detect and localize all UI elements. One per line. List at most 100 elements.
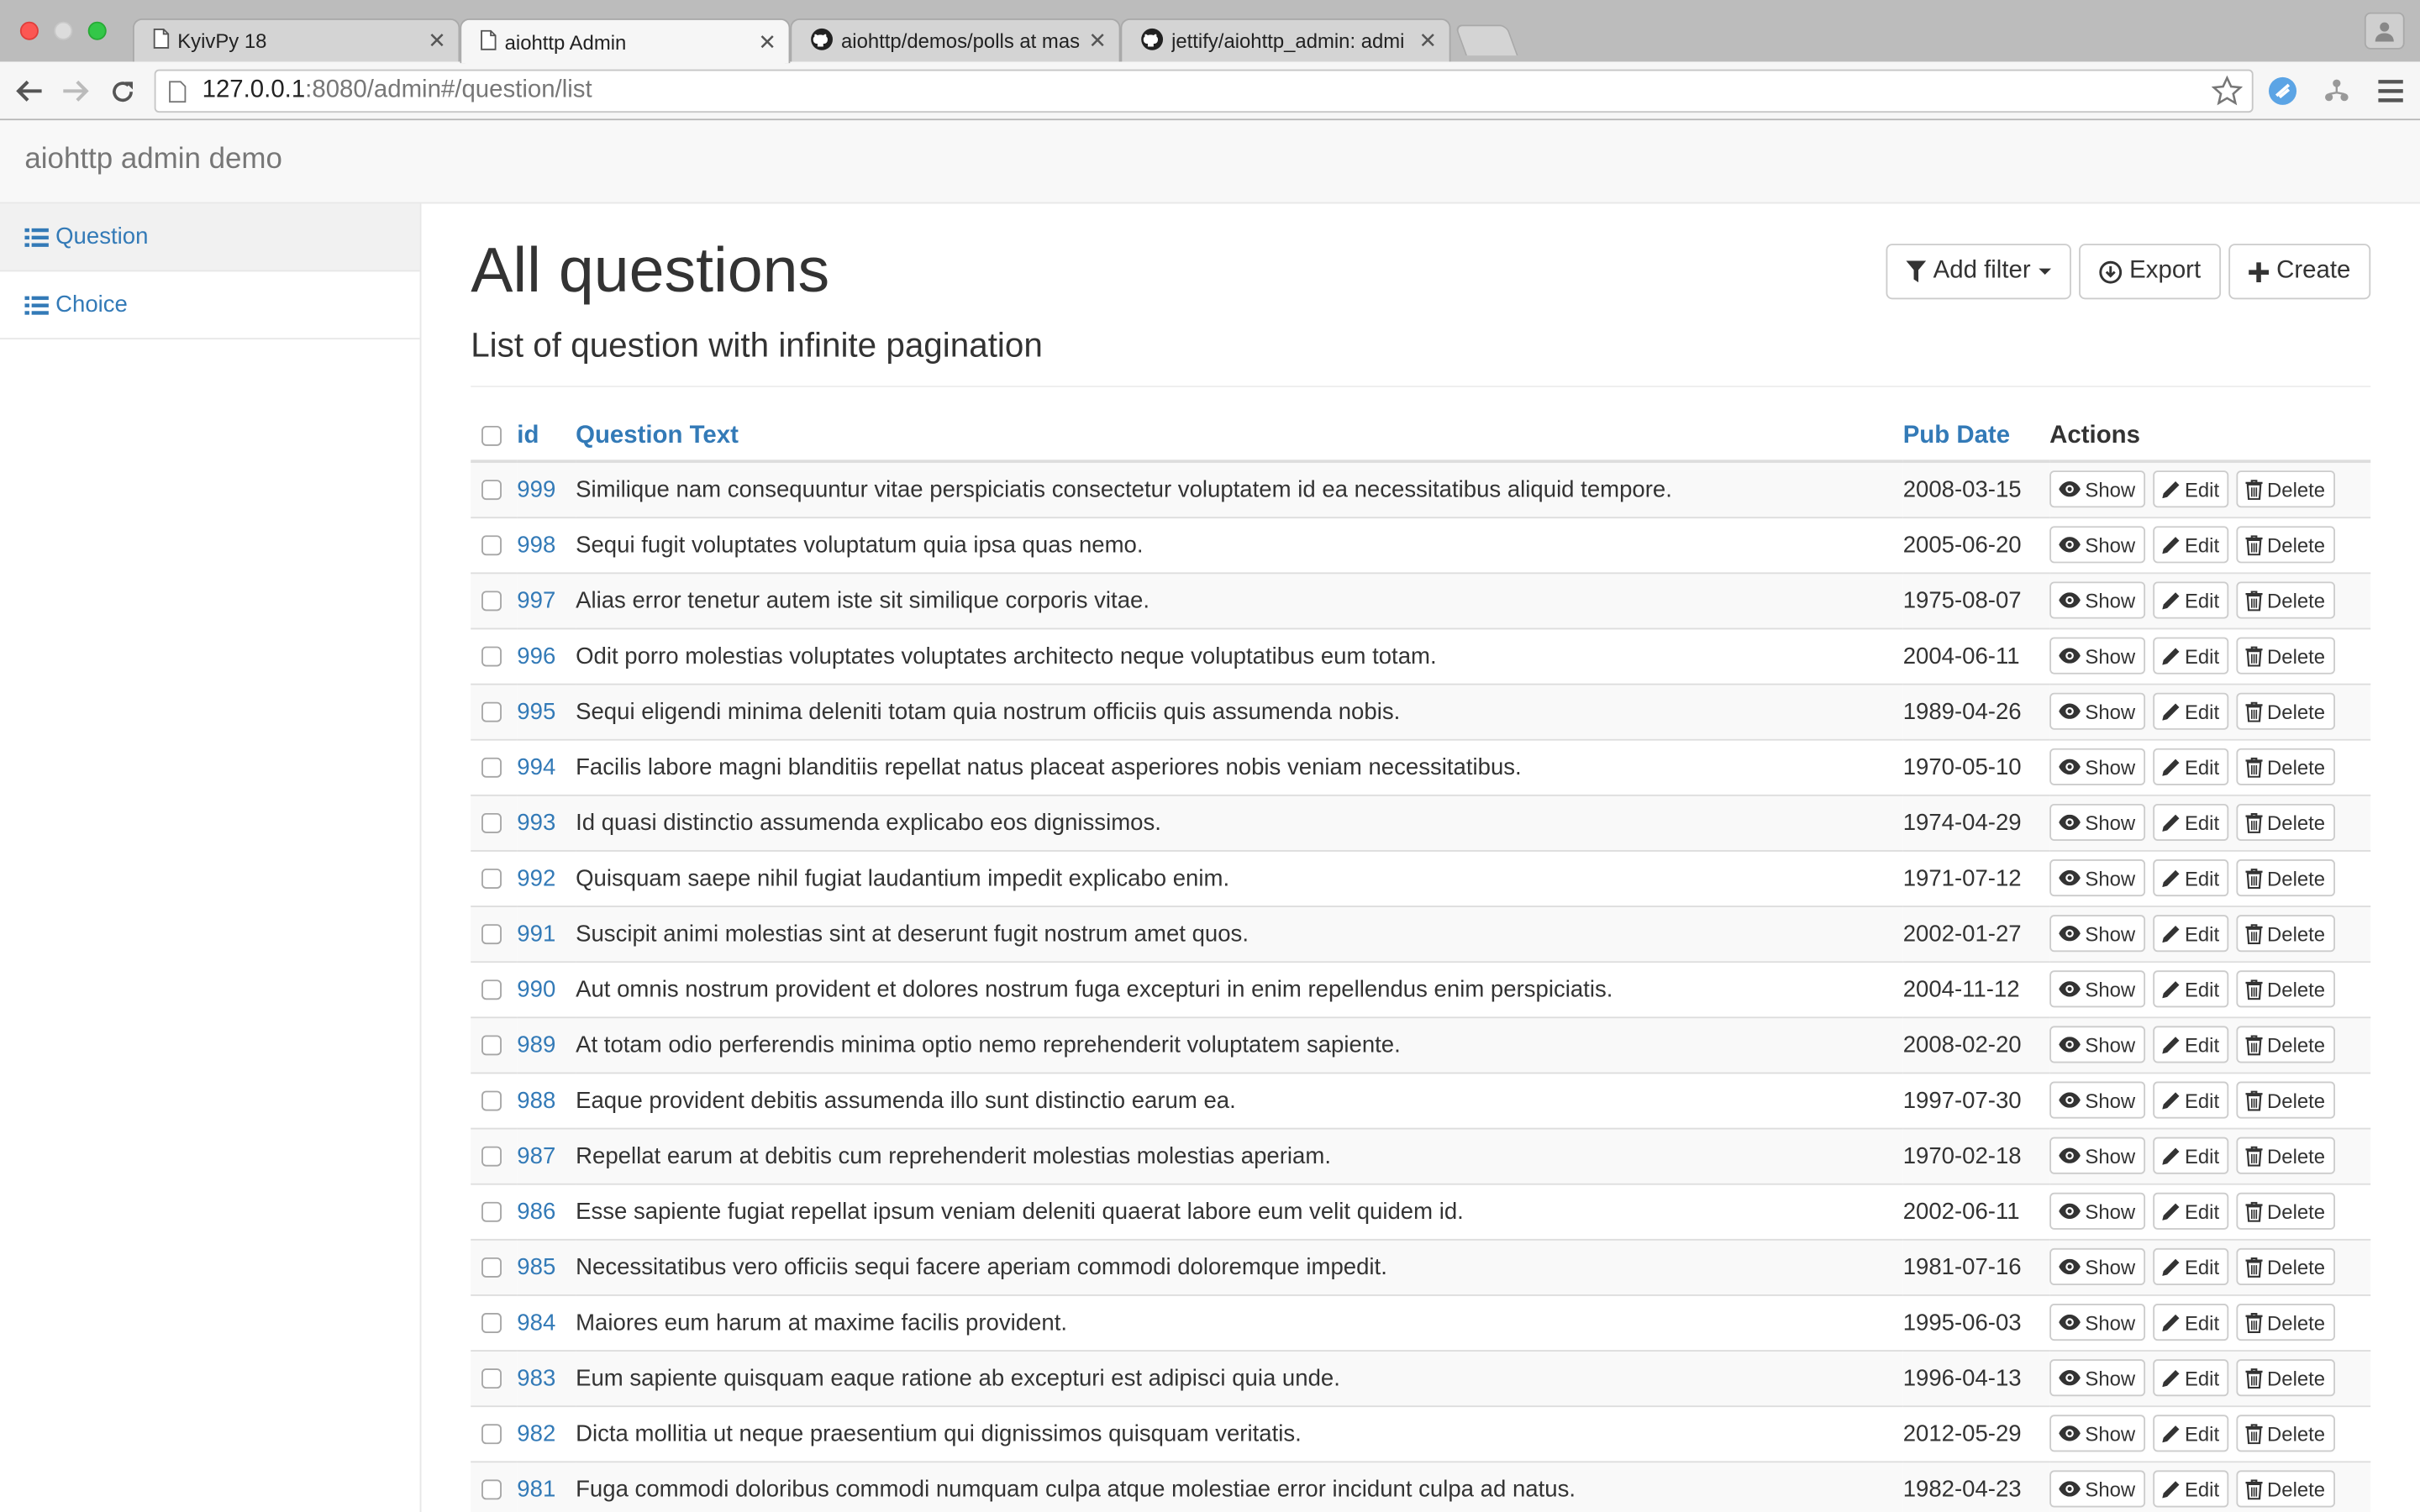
- row-checkbox[interactable]: [481, 1035, 502, 1056]
- edit-button[interactable]: Edit: [2152, 526, 2229, 564]
- row-id-link[interactable]: 981: [517, 1476, 555, 1502]
- row-checkbox[interactable]: [481, 979, 502, 1000]
- delete-button[interactable]: Delete: [2236, 581, 2335, 619]
- edit-button[interactable]: Edit: [2152, 748, 2229, 785]
- extension-icon[interactable]: [2320, 74, 2354, 108]
- row-id-link[interactable]: 995: [517, 698, 555, 724]
- delete-button[interactable]: Delete: [2236, 1026, 2335, 1063]
- row-id-link[interactable]: 991: [517, 921, 555, 947]
- row-checkbox[interactable]: [481, 480, 502, 501]
- edit-button[interactable]: Edit: [2152, 859, 2229, 897]
- edit-button[interactable]: Edit: [2152, 637, 2229, 675]
- row-id-link[interactable]: 996: [517, 643, 555, 669]
- row-checkbox[interactable]: [481, 535, 502, 556]
- delete-button[interactable]: Delete: [2236, 1304, 2335, 1341]
- show-button[interactable]: Show: [2049, 1359, 2145, 1397]
- menu-icon[interactable]: [2374, 74, 2407, 108]
- row-checkbox[interactable]: [481, 1201, 502, 1222]
- row-id-link[interactable]: 988: [517, 1087, 555, 1113]
- row-id-link[interactable]: 993: [517, 809, 555, 835]
- show-button[interactable]: Show: [2049, 1137, 2145, 1174]
- delete-button[interactable]: Delete: [2236, 1192, 2335, 1230]
- edit-button[interactable]: Edit: [2152, 1026, 2229, 1063]
- row-checkbox[interactable]: [481, 701, 502, 722]
- row-checkbox[interactable]: [481, 1368, 502, 1389]
- column-header-question-text[interactable]: Question Text: [576, 412, 1903, 464]
- show-button[interactable]: Show: [2049, 970, 2145, 1008]
- column-header-id[interactable]: id: [517, 412, 576, 464]
- show-button[interactable]: Show: [2049, 526, 2145, 564]
- row-id-link[interactable]: 990: [517, 976, 555, 1002]
- add-filter-button[interactable]: Add filter: [1885, 244, 2071, 300]
- edit-button[interactable]: Edit: [2152, 1415, 2229, 1452]
- close-tab-icon[interactable]: ✕: [758, 29, 776, 55]
- row-id-link[interactable]: 983: [517, 1365, 555, 1391]
- close-tab-icon[interactable]: ✕: [1418, 28, 1437, 54]
- row-checkbox[interactable]: [481, 1146, 502, 1167]
- edit-button[interactable]: Edit: [2152, 1359, 2229, 1397]
- edit-button[interactable]: Edit: [2152, 1247, 2229, 1285]
- brand-link[interactable]: aiohttp admin demo: [24, 144, 282, 177]
- edit-button[interactable]: Edit: [2152, 1470, 2229, 1508]
- row-id-link[interactable]: 987: [517, 1142, 555, 1168]
- profile-icon[interactable]: [2364, 12, 2405, 50]
- column-header-pub-date[interactable]: Pub Date: [1902, 412, 2050, 464]
- delete-button[interactable]: Delete: [2236, 637, 2335, 675]
- close-window-button[interactable]: [19, 21, 39, 40]
- delete-button[interactable]: Delete: [2236, 1081, 2335, 1119]
- row-id-link[interactable]: 985: [517, 1253, 555, 1279]
- row-checkbox[interactable]: [481, 1313, 502, 1333]
- delete-button[interactable]: Delete: [2236, 748, 2335, 785]
- show-button[interactable]: Show: [2049, 470, 2145, 508]
- show-button[interactable]: Show: [2049, 1304, 2145, 1341]
- close-tab-icon[interactable]: ✕: [428, 28, 446, 54]
- row-checkbox[interactable]: [481, 1424, 502, 1445]
- show-button[interactable]: Show: [2049, 1192, 2145, 1230]
- edit-button[interactable]: Edit: [2152, 1192, 2229, 1230]
- row-id-link[interactable]: 984: [517, 1309, 555, 1335]
- row-id-link[interactable]: 989: [517, 1032, 555, 1058]
- show-button[interactable]: Show: [2049, 692, 2145, 730]
- edit-button[interactable]: Edit: [2152, 470, 2229, 508]
- delete-button[interactable]: Delete: [2236, 1470, 2335, 1508]
- reload-icon[interactable]: [105, 74, 139, 108]
- edit-button[interactable]: Edit: [2152, 1137, 2229, 1174]
- show-button[interactable]: Show: [2049, 1026, 2145, 1063]
- delete-button[interactable]: Delete: [2236, 915, 2335, 953]
- show-button[interactable]: Show: [2049, 1415, 2145, 1452]
- edit-button[interactable]: Edit: [2152, 1081, 2229, 1119]
- address-bar[interactable]: 127.0.0.1:8080/admin#/question/list: [154, 69, 2254, 113]
- row-checkbox[interactable]: [481, 757, 502, 778]
- row-id-link[interactable]: 998: [517, 532, 555, 558]
- row-checkbox[interactable]: [481, 869, 502, 890]
- edit-button[interactable]: Edit: [2152, 1304, 2229, 1341]
- row-checkbox[interactable]: [481, 646, 502, 667]
- row-id-link[interactable]: 999: [517, 476, 555, 502]
- delete-button[interactable]: Delete: [2236, 970, 2335, 1008]
- delete-button[interactable]: Delete: [2236, 1247, 2335, 1285]
- show-button[interactable]: Show: [2049, 803, 2145, 842]
- back-icon[interactable]: [13, 74, 46, 108]
- new-tab-button[interactable]: [1454, 24, 1518, 56]
- row-checkbox[interactable]: [481, 591, 502, 612]
- sidebar-item-question[interactable]: Question: [0, 203, 420, 272]
- row-checkbox[interactable]: [481, 1257, 502, 1278]
- export-button[interactable]: Export: [2078, 244, 2222, 300]
- edit-button[interactable]: Edit: [2152, 970, 2229, 1008]
- show-button[interactable]: Show: [2049, 1470, 2145, 1508]
- edit-button[interactable]: Edit: [2152, 581, 2229, 619]
- edit-button[interactable]: Edit: [2152, 803, 2229, 842]
- show-button[interactable]: Show: [2049, 581, 2145, 619]
- close-tab-icon[interactable]: ✕: [1088, 28, 1107, 54]
- browser-tab[interactable]: KyivPy 18 ✕: [132, 18, 460, 62]
- row-checkbox[interactable]: [481, 924, 502, 945]
- row-checkbox[interactable]: [481, 1479, 502, 1500]
- delete-button[interactable]: Delete: [2236, 1137, 2335, 1174]
- select-all-checkbox[interactable]: [481, 425, 502, 446]
- show-button[interactable]: Show: [2049, 1247, 2145, 1285]
- sidebar-item-choice[interactable]: Choice: [0, 271, 420, 340]
- browser-tab-active[interactable]: aiohttp Admin ✕: [460, 18, 791, 64]
- forward-icon[interactable]: [59, 74, 92, 108]
- row-id-link[interactable]: 994: [517, 753, 555, 780]
- delete-button[interactable]: Delete: [2236, 1359, 2335, 1397]
